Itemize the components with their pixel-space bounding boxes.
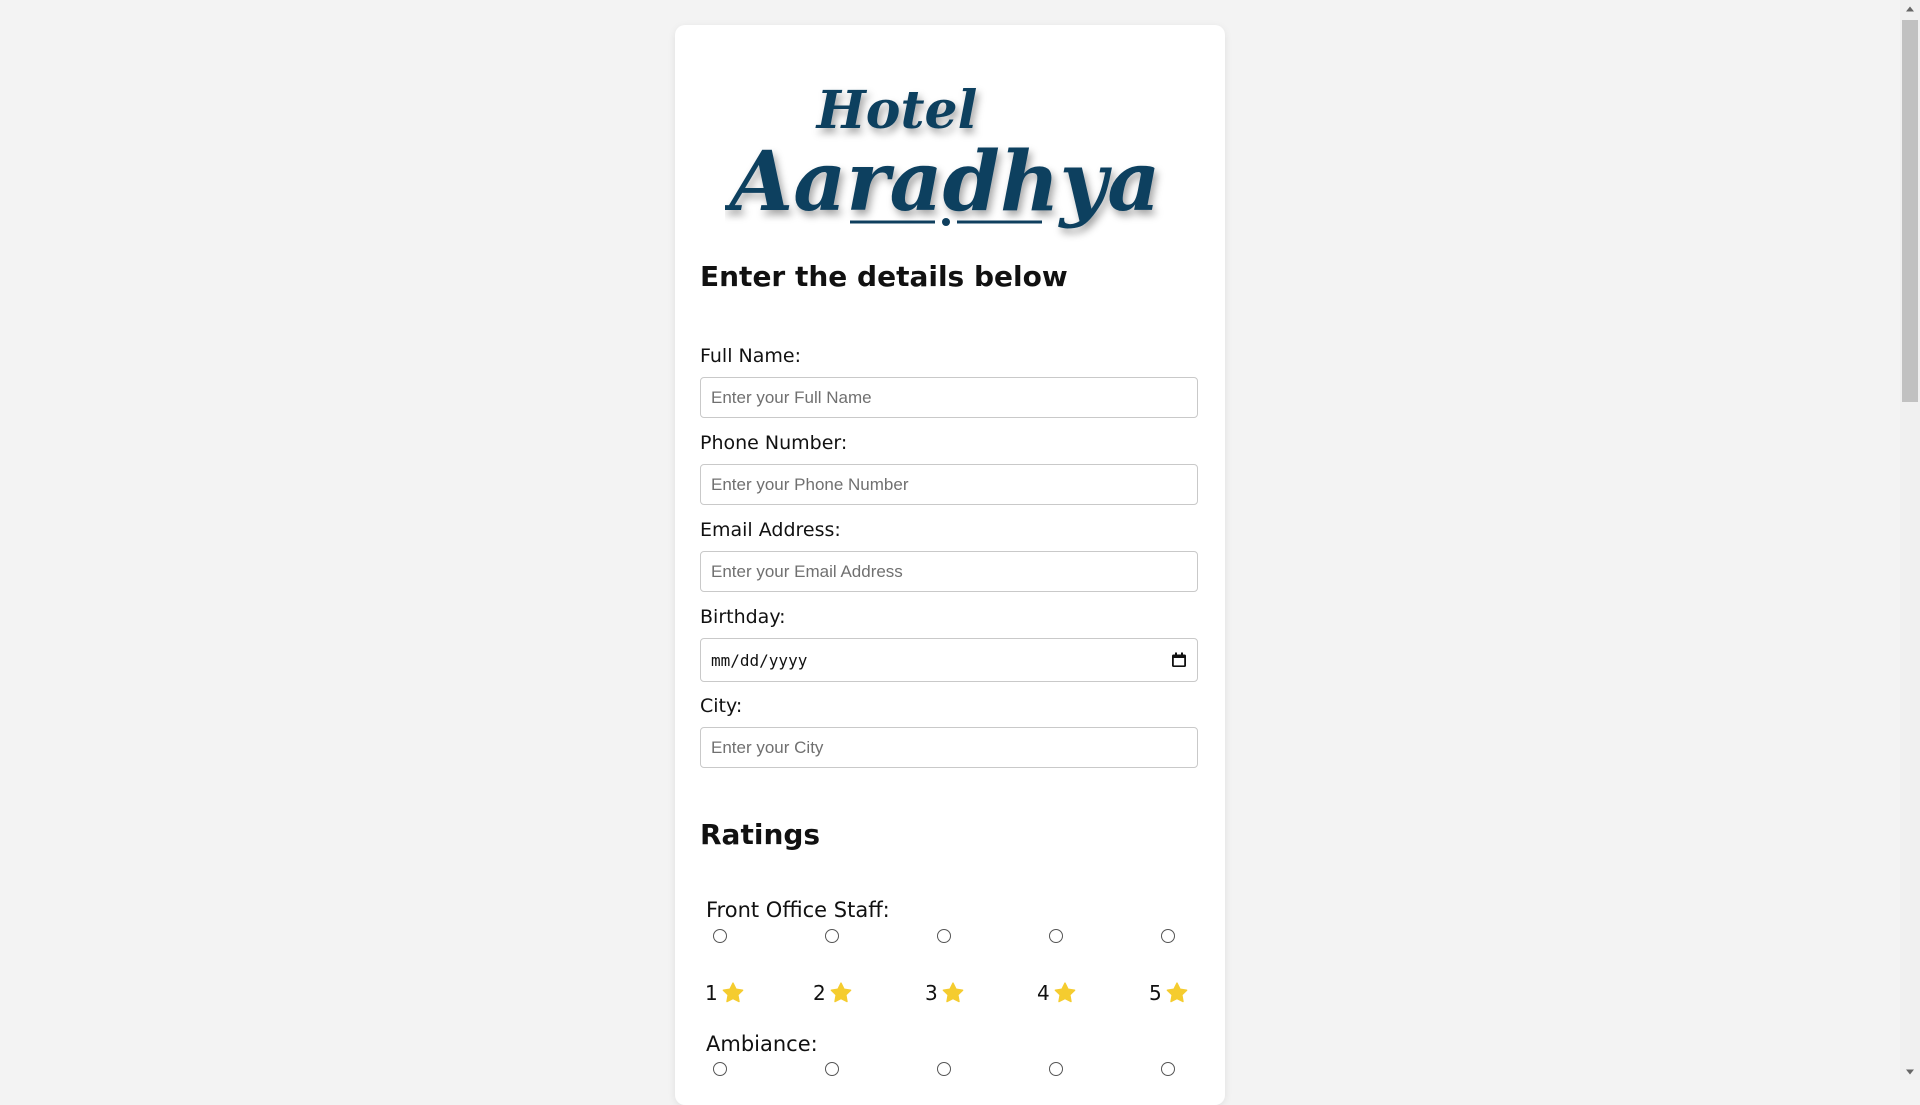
ratings-heading: Ratings <box>700 818 821 851</box>
star-icon <box>722 982 744 1003</box>
scrollbar-thumb[interactable] <box>1902 20 1918 402</box>
logo-word-hotel: Hotel <box>815 80 978 141</box>
calendar-icon[interactable] <box>1171 652 1187 668</box>
email-address-input[interactable] <box>700 551 1198 592</box>
ambiance-rating-5-radio[interactable] <box>1161 1062 1175 1076</box>
phone-number-input[interactable] <box>700 464 1198 505</box>
rating-value: 3 <box>925 981 938 1005</box>
front-office-staff-label: Front Office Staff: <box>706 898 890 922</box>
front-office-rating-5-label[interactable]: 5 <box>1149 981 1190 1005</box>
page-scrollbar[interactable] <box>1900 0 1920 1080</box>
star-icon <box>942 982 964 1003</box>
star-icon <box>1054 982 1076 1003</box>
front-office-rating-2-radio[interactable] <box>825 929 839 943</box>
scroll-down-arrow-icon[interactable] <box>1900 1063 1920 1080</box>
logo-word-main: Aaradhya <box>725 134 1160 230</box>
front-office-rating-1-radio[interactable] <box>713 929 727 943</box>
birthday-date-value: mm/dd/yyyy <box>711 650 808 670</box>
rating-value: 5 <box>1149 981 1162 1005</box>
details-heading: Enter the details below <box>700 260 1068 293</box>
ambiance-rating-3-radio[interactable] <box>937 1062 951 1076</box>
front-office-rating-3-label[interactable]: 3 <box>925 981 966 1005</box>
front-office-rating-4-radio[interactable] <box>1049 929 1063 943</box>
birthday-label: Birthday: <box>700 606 786 628</box>
ambiance-rating-1-radio[interactable] <box>713 1062 727 1076</box>
rating-value: 4 <box>1037 981 1050 1005</box>
rating-value: 2 <box>813 981 826 1005</box>
ambiance-label: Ambiance: <box>706 1032 818 1056</box>
front-office-rating-5-radio[interactable] <box>1161 929 1175 943</box>
city-input[interactable] <box>700 727 1198 768</box>
front-office-rating-1-label[interactable]: 1 <box>705 981 746 1005</box>
feedback-card: Hotel Aaradhya Enter the details below F… <box>675 25 1225 1105</box>
scroll-up-arrow-icon[interactable] <box>1900 0 1920 17</box>
hotel-logo: Hotel Aaradhya <box>725 80 1160 230</box>
birthday-date-input[interactable]: mm/dd/yyyy <box>700 638 1198 682</box>
front-office-rating-4-label[interactable]: 4 <box>1037 981 1078 1005</box>
city-label: City: <box>700 695 743 717</box>
star-icon <box>1166 982 1188 1003</box>
full-name-input[interactable] <box>700 377 1198 418</box>
front-office-rating-2-label[interactable]: 2 <box>813 981 854 1005</box>
rating-value: 1 <box>705 981 718 1005</box>
ambiance-rating-4-radio[interactable] <box>1049 1062 1063 1076</box>
star-icon <box>830 982 852 1003</box>
email-address-label: Email Address: <box>700 519 841 541</box>
front-office-rating-3-radio[interactable] <box>937 929 951 943</box>
ambiance-rating-2-radio[interactable] <box>825 1062 839 1076</box>
phone-number-label: Phone Number: <box>700 432 848 454</box>
full-name-label: Full Name: <box>700 345 801 367</box>
